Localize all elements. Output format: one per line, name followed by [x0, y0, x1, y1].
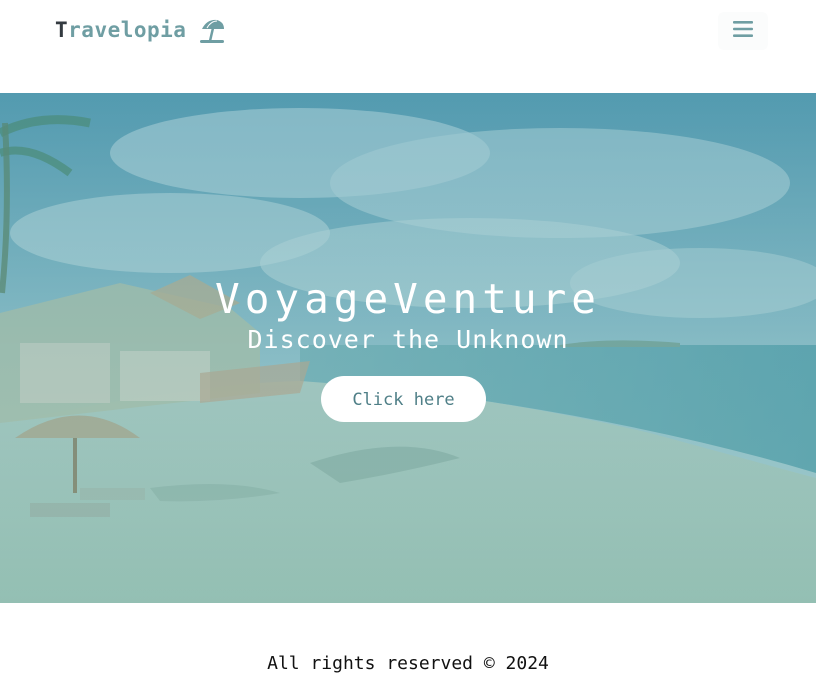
brand-initial: T	[55, 18, 69, 42]
hero-title: VoyageVenture	[215, 275, 601, 323]
footer: All rights reserved © 2024	[0, 603, 816, 700]
menu-toggle-button[interactable]	[718, 12, 768, 50]
click-here-button[interactable]: Click here	[321, 376, 486, 422]
brand-logo[interactable]: Travelopia	[55, 16, 226, 44]
navbar: Travelopia	[0, 0, 816, 93]
hero-subtitle: Discover the Unknown	[247, 325, 569, 354]
beach-umbrella-icon	[198, 16, 226, 44]
copyright-text: All rights reserved © 2024	[267, 653, 549, 674]
brand-name: ravelopia	[68, 18, 187, 42]
hero-section: VoyageVenture Discover the Unknown Click…	[0, 93, 816, 603]
hamburger-menu-icon	[732, 19, 754, 43]
